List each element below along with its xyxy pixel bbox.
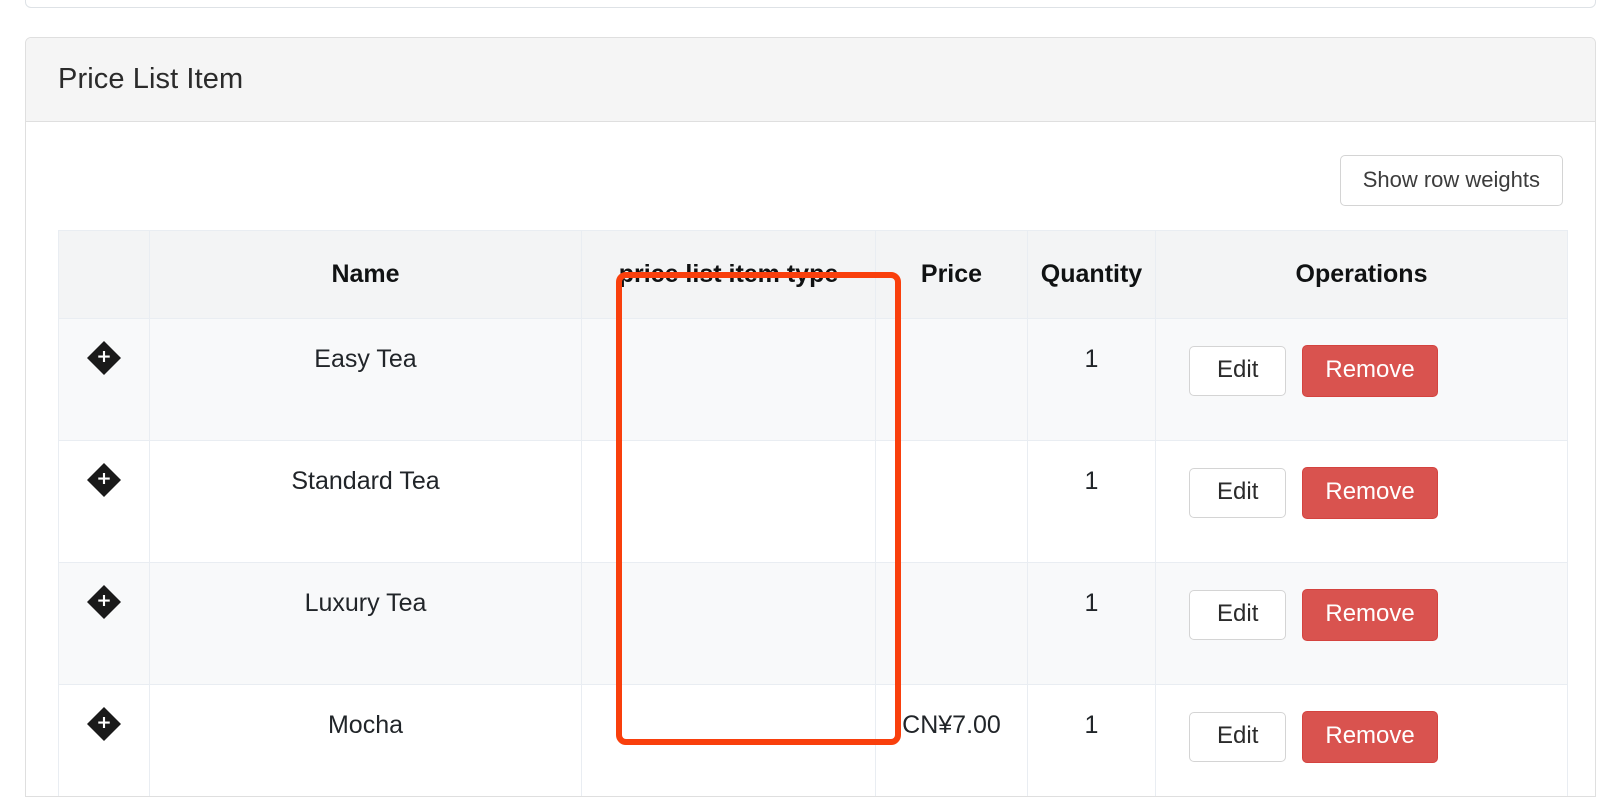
edit-button[interactable]: Edit bbox=[1189, 590, 1287, 640]
table-body: Easy Tea 1 Edit Remove Standard Tea 1 Edit Remo… bbox=[58, 318, 1568, 796]
cell-operations: Edit Remove bbox=[1155, 440, 1568, 564]
remove-button[interactable]: Remove bbox=[1302, 589, 1438, 641]
remove-button[interactable]: Remove bbox=[1302, 467, 1438, 519]
price-list-item-panel: Price List Item Show row weights Name pr… bbox=[25, 37, 1596, 797]
column-header-handle bbox=[58, 230, 150, 320]
remove-button[interactable]: Remove bbox=[1302, 345, 1438, 397]
edit-button[interactable]: Edit bbox=[1189, 468, 1287, 518]
cell-operations: Edit Remove bbox=[1155, 562, 1568, 686]
panel-header: Price List Item bbox=[26, 38, 1595, 122]
cell-quantity: 1 bbox=[1027, 318, 1156, 442]
cell-name: Easy Tea bbox=[149, 318, 582, 442]
column-header-price-list-item-type: price list item type bbox=[581, 230, 876, 320]
cell-price-list-item-type bbox=[581, 562, 876, 686]
row-drag-handle-cell[interactable] bbox=[58, 440, 150, 564]
remove-button[interactable]: Remove bbox=[1302, 711, 1438, 763]
cell-name: Luxury Tea bbox=[149, 562, 582, 686]
row-drag-handle-cell[interactable] bbox=[58, 318, 150, 442]
move-cross-icon[interactable] bbox=[87, 341, 121, 380]
column-header-quantity: Quantity bbox=[1027, 230, 1156, 320]
move-cross-icon[interactable] bbox=[87, 585, 121, 624]
operations-buttons: Edit Remove bbox=[1156, 711, 1567, 763]
cell-price bbox=[875, 318, 1028, 442]
operations-buttons: Edit Remove bbox=[1156, 589, 1567, 641]
cell-quantity: 1 bbox=[1027, 684, 1156, 796]
row-drag-handle-cell[interactable] bbox=[58, 684, 150, 796]
operations-buttons: Edit Remove bbox=[1156, 345, 1567, 397]
price-list-item-table: Name price list item type Price Quantity… bbox=[58, 230, 1568, 796]
cell-name: Standard Tea bbox=[149, 440, 582, 564]
previous-panel-stub bbox=[25, 0, 1596, 8]
cell-price bbox=[875, 562, 1028, 686]
cell-quantity: 1 bbox=[1027, 562, 1156, 686]
cell-operations: Edit Remove bbox=[1155, 318, 1568, 442]
cell-price-list-item-type bbox=[581, 318, 876, 442]
cell-price bbox=[875, 440, 1028, 564]
move-cross-icon[interactable] bbox=[87, 463, 121, 502]
column-header-price: Price bbox=[875, 230, 1028, 320]
row-drag-handle-cell[interactable] bbox=[58, 562, 150, 686]
cell-price-list-item-type bbox=[581, 440, 876, 564]
cell-quantity: 1 bbox=[1027, 440, 1156, 564]
edit-button[interactable]: Edit bbox=[1189, 712, 1287, 762]
cell-operations: Edit Remove bbox=[1155, 684, 1568, 796]
cell-name: Mocha bbox=[149, 684, 582, 796]
table-row: Luxury Tea 1 Edit Remove bbox=[58, 562, 1568, 686]
column-header-name: Name bbox=[149, 230, 582, 320]
cell-price: CN¥7.00 bbox=[875, 684, 1028, 796]
panel-body: Show row weights Name price list item ty… bbox=[26, 122, 1595, 796]
table-head: Name price list item type Price Quantity… bbox=[58, 230, 1568, 320]
page-title: Price List Item bbox=[58, 63, 244, 95]
move-cross-icon[interactable] bbox=[87, 707, 121, 746]
table-toolbar: Show row weights bbox=[58, 122, 1563, 230]
cell-price-list-item-type bbox=[581, 684, 876, 796]
operations-buttons: Edit Remove bbox=[1156, 467, 1567, 519]
column-header-operations: Operations bbox=[1155, 230, 1568, 320]
edit-button[interactable]: Edit bbox=[1189, 346, 1287, 396]
table-row: Easy Tea 1 Edit Remove bbox=[58, 318, 1568, 442]
table-header-row: Name price list item type Price Quantity… bbox=[58, 230, 1568, 320]
show-row-weights-button[interactable]: Show row weights bbox=[1339, 155, 1563, 207]
table-row: Mocha CN¥7.00 1 Edit Remove bbox=[58, 684, 1568, 796]
table-row: Standard Tea 1 Edit Remove bbox=[58, 440, 1568, 564]
